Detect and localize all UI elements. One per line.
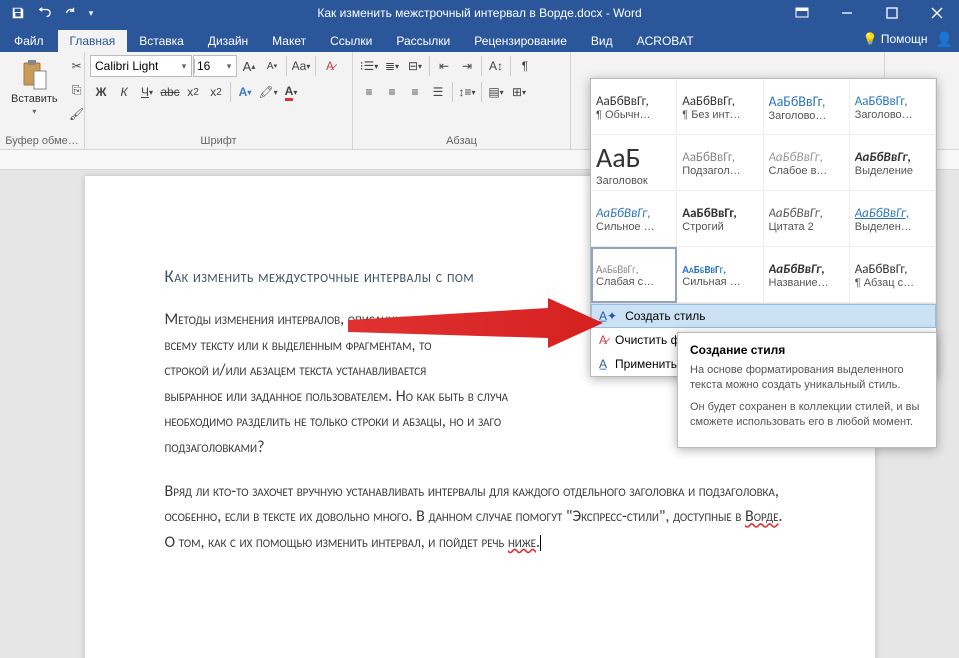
subscript-button[interactable]: x2 [182,81,204,103]
apply-styles-icon: A̲ [599,357,607,371]
bold-button[interactable]: Ж [90,81,112,103]
style-book-title[interactable]: АаБбВвГг,Название… [764,247,850,303]
font-name-input[interactable] [91,59,177,73]
quick-access-toolbar: ▾ [0,2,98,24]
font-name-combo[interactable]: ▾ [90,55,192,77]
font-name-dropdown[interactable]: ▾ [177,61,191,72]
style-no-spacing[interactable]: АаБбВвГг,¶ Без инт… [677,79,763,135]
text-effects-button[interactable]: A▾ [234,81,256,103]
grow-font-button[interactable]: A▴ [238,55,260,77]
sort-button[interactable]: A↕ [485,55,507,77]
styles-grid: АаБбВвГг,¶ Обычн… АаБбВвГг,¶ Без инт… Аа… [591,79,936,303]
create-style-menuitem[interactable]: A̲✦ Создать стиль [591,304,936,328]
style-intense-emphasis[interactable]: АаБбВвГг,Сильное … [591,191,677,247]
style-normal[interactable]: АаБбВвГг,¶ Обычн… [591,79,677,135]
tab-view[interactable]: Вид [579,30,625,52]
underline-button[interactable]: Ч▾ [136,81,158,103]
strikethrough-button[interactable]: abc [159,81,181,103]
line-spacing-button[interactable]: ↕≡▾ [456,81,478,103]
borders-button[interactable]: ⊞▾ [508,81,530,103]
font-size-input[interactable] [194,59,222,73]
doc-paragraph-2: Вряд ли кто-то захочет вручную устанавли… [165,479,795,556]
group-font: ▾ ▾ A▴ A▾ Aa▾ A̷ Ж К Ч▾ abc x2 x2 [85,52,353,149]
tooltip-body-1: На основе форматирования выделенного тек… [690,363,924,394]
group-clipboard: Вставить ▾ ✂ ⎘ 🖌 Буфер обме… [0,52,85,149]
increase-indent-button[interactable]: ⇥ [456,55,478,77]
align-left-button[interactable]: ≡ [358,81,380,103]
style-subtitle[interactable]: АаБбВвГг,Подзагол… [677,135,763,191]
tell-me-label: Помощн [881,32,928,46]
superscript-button[interactable]: x2 [205,81,227,103]
tab-references[interactable]: Ссылки [318,30,384,52]
style-heading1[interactable]: АаБбВвГг,Заголово… [764,79,850,135]
close-button[interactable] [914,0,959,26]
tab-review[interactable]: Рецензирование [462,30,579,52]
spellcheck-underline-2[interactable]: ниже [508,533,536,552]
style-strong-reference[interactable]: АаБбВвГг,Сильная … [677,247,763,303]
tooltip-body-2: Он будет сохранен в коллекции стилей, и … [690,400,924,431]
group-clipboard-label: Буфер обме… [5,134,79,148]
clear-formatting-button[interactable]: A̷ [319,55,341,77]
tab-mailings[interactable]: Рассылки [384,30,462,52]
font-size-dropdown[interactable]: ▾ [222,61,236,72]
align-center-button[interactable]: ≡ [381,81,403,103]
bullets-button[interactable]: ⁝☰▾ [358,55,380,77]
window-controls [779,0,959,26]
maximize-button[interactable] [869,0,914,26]
tab-home[interactable]: Главная [58,30,128,52]
style-subtle-reference[interactable]: АаБбВвГг,Слабая с… [591,247,677,303]
titlebar: ▾ Как изменить межстрочный интервал в Во… [0,0,959,26]
tab-file[interactable]: Файл [0,30,58,52]
shading-button[interactable]: ▤▾ [485,81,507,103]
style-title[interactable]: АаБЗаголовок [591,135,677,191]
tab-design[interactable]: Дизайн [196,30,260,52]
spellcheck-underline[interactable]: Ворде [745,507,778,526]
multilevel-button[interactable]: ⊟▾ [404,55,426,77]
tooltip-title: Создание стиля [690,343,924,357]
group-font-label: Шрифт [90,134,347,148]
ribbon-display-icon[interactable] [779,0,824,26]
change-case-button[interactable]: Aa▾ [290,55,312,77]
group-paragraph-label: Абзац [358,134,565,148]
highlight-button[interactable]: 🖍▾ [257,81,279,103]
paste-label: Вставить [11,93,58,105]
font-size-combo[interactable]: ▾ [193,55,237,77]
align-right-button[interactable]: ≡ [404,81,426,103]
tab-layout[interactable]: Макет [260,30,318,52]
undo-button[interactable] [32,2,56,24]
italic-button[interactable]: К [113,81,135,103]
share-button[interactable]: 👤 [936,31,953,48]
create-style-icon: A̲✦ [599,309,617,323]
show-marks-button[interactable]: ¶ [514,55,536,77]
style-list-paragraph[interactable]: АаБбВвГг,¶ Абзац с… [850,247,936,303]
tab-acrobat[interactable]: ACROBAT [625,30,706,52]
create-style-tooltip: Создание стиля На основе форматирования … [677,332,937,448]
style-quote[interactable]: АаБбВвГг,Цитата 2 [764,191,850,247]
qat-dropdown[interactable]: ▾ [84,2,98,24]
group-paragraph: ⁝☰▾ ≣▾ ⊟▾ ⇤ ⇥ A↕ ¶ ≡ ≡ ≡ ☰ ↕≡▾ ▤▾ ⊞▾ [353,52,571,149]
clear-format-icon: A̷ [599,333,607,347]
tell-me-search[interactable]: 💡 Помощн [863,32,928,46]
redo-button[interactable] [58,2,82,24]
decrease-indent-button[interactable]: ⇤ [433,55,455,77]
style-emphasis[interactable]: АаБбВвГг,Выделение [850,135,936,191]
style-strong[interactable]: АаБбВвГг,Строгий [677,191,763,247]
document-title: Как изменить межстрочный интервал в Ворд… [317,6,641,20]
paste-button[interactable]: Вставить ▾ [5,55,64,120]
style-heading2[interactable]: АаБбВвГг,Заголово… [850,79,936,135]
text-cursor [540,535,541,551]
save-button[interactable] [6,2,30,24]
ribbon-tabs: Файл Главная Вставка Дизайн Макет Ссылки… [0,26,959,52]
font-color-button[interactable]: A▾ [280,81,302,103]
numbering-button[interactable]: ≣▾ [381,55,403,77]
minimize-button[interactable] [824,0,869,26]
style-subtle-emphasis[interactable]: АаБбВвГг,Слабое в… [764,135,850,191]
tab-insert[interactable]: Вставка [127,30,196,52]
style-intense-reference[interactable]: АаБбВвГг,Выделен… [850,191,936,247]
shrink-font-button[interactable]: A▾ [261,55,283,77]
align-justify-button[interactable]: ☰ [427,81,449,103]
